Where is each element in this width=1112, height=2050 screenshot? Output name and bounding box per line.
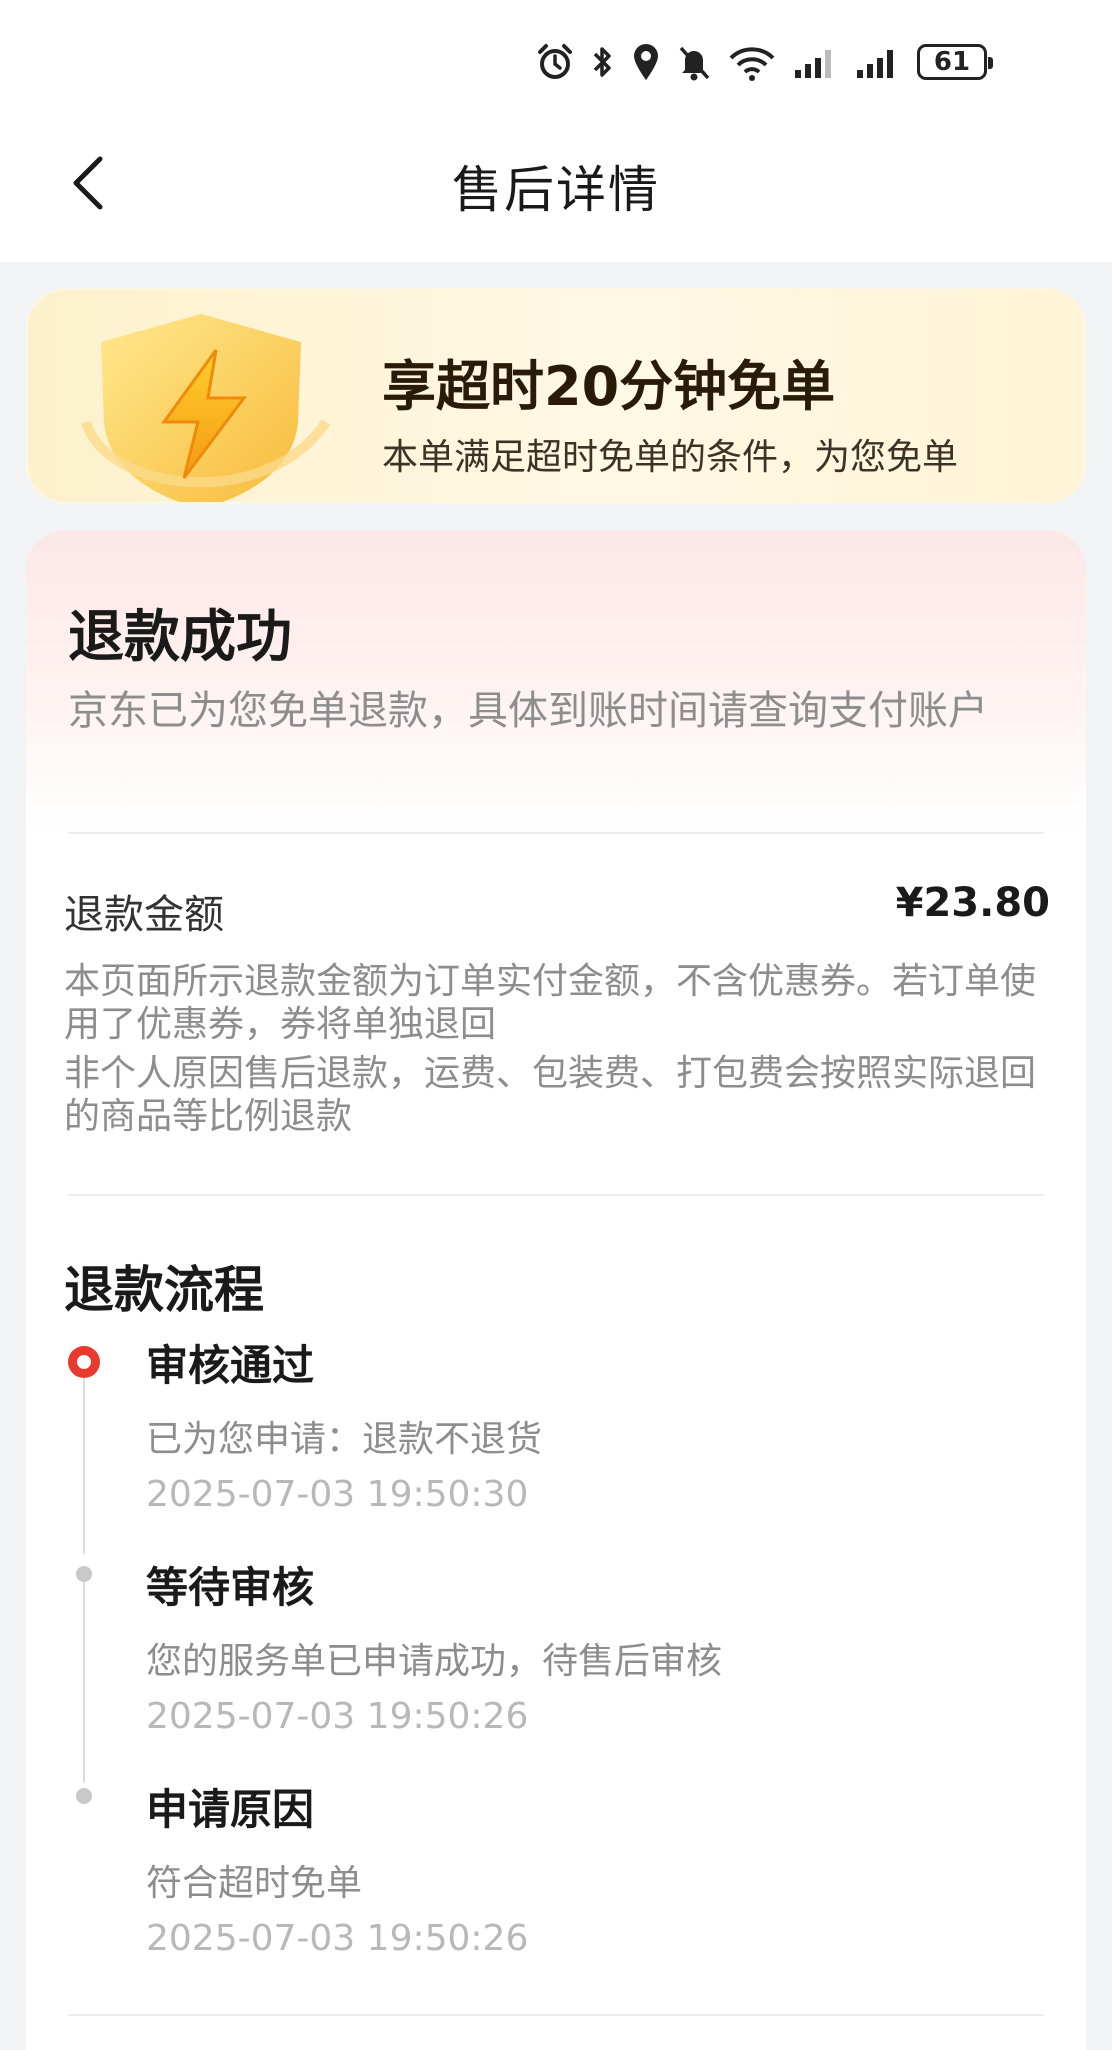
top-bar: 61 售后详情 — [0, 0, 1112, 262]
divider — [68, 1194, 1044, 1196]
promo-title: 享超时20分钟免单 — [382, 355, 836, 418]
signal-icon — [795, 50, 831, 78]
promo-subtitle: 本单满足超时免单的条件，为您免单 — [382, 437, 959, 478]
timeline-step-desc: 您的服务单已申请成功，待售后审核 — [146, 1641, 723, 1682]
timeline-step-desc: 符合超时免单 — [146, 1863, 363, 1904]
refund-amount-value: ¥23.80 — [895, 880, 1050, 926]
page-title: 售后详情 — [452, 161, 660, 219]
lightning-shield-icon — [81, 314, 331, 502]
battery-level: 61 — [933, 47, 971, 77]
timeline-step-title: 申请原因 — [146, 1785, 315, 1834]
divider — [68, 832, 1044, 834]
timeline-dot — [76, 1566, 92, 1582]
alarm-icon — [538, 44, 572, 79]
timeline-dot — [76, 1788, 92, 1804]
refund-flow-title: 退款流程 — [64, 1261, 264, 1319]
after-sale-card: 退款成功 京东已为您免单退款，具体到账时间请查询支付账户 退款金额 ¥23.80… — [26, 530, 1086, 2050]
refund-status-title: 退款成功 — [68, 605, 292, 670]
timeline-step-time: 2025-07-03 19:50:30 — [146, 1474, 529, 1515]
timeline-connector — [83, 1582, 85, 1782]
free-order-banner[interactable]: 享超时20分钟免单 本单满足超时免单的条件，为您免单 — [26, 288, 1086, 504]
signal-icon — [857, 50, 893, 78]
timeline-dot-active — [68, 1346, 100, 1378]
timeline-step-title: 审核通过 — [146, 1341, 315, 1390]
refund-status-description: 京东已为您免单退款，具体到账时间请查询支付账户 — [68, 688, 988, 734]
timeline-step-title: 等待审核 — [146, 1563, 315, 1612]
timeline-step-desc: 已为您申请：退款不退货 — [146, 1419, 543, 1460]
timeline-connector — [83, 1378, 85, 1554]
refund-amount-label: 退款金额 — [64, 892, 224, 938]
refund-amount-note: 本页面所示退款金额为订单实付金额，不含优惠券。若订单使用了优惠券，券将单独退回 — [64, 961, 1037, 1045]
divider — [68, 2014, 1044, 2016]
wifi-icon — [729, 47, 775, 81]
location-icon — [634, 44, 658, 80]
refund-amount-note: 非个人原因售后退款，运费、包装费、打包费会按照实际退回的商品等比例退款 — [64, 1053, 1037, 1137]
bluetooth-icon — [593, 47, 611, 77]
timeline-step-time: 2025-07-03 19:50:26 — [146, 1696, 529, 1737]
timeline-step-time: 2025-07-03 19:50:26 — [146, 1918, 529, 1959]
status-bar: 61 — [535, 38, 993, 86]
battery-indicator: 61 — [917, 44, 993, 80]
mute-bell-icon — [679, 46, 710, 81]
